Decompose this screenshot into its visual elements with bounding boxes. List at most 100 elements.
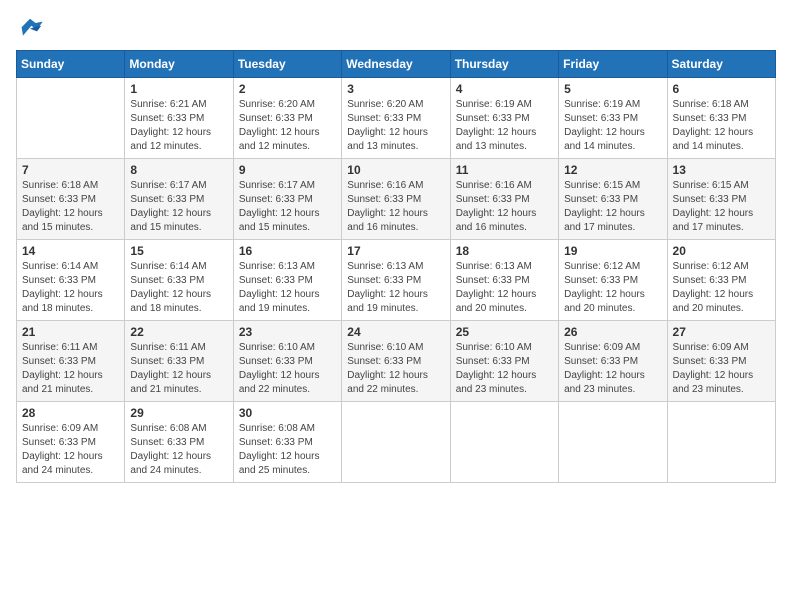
- day-info: Sunrise: 6:09 AMSunset: 6:33 PMDaylight:…: [564, 341, 661, 397]
- day-info: Sunrise: 6:15 AMSunset: 6:33 PMDaylight:…: [564, 179, 661, 235]
- day-info: Sunrise: 6:19 AMSunset: 6:33 PMDaylight:…: [564, 98, 661, 154]
- day-info: Sunrise: 6:17 AMSunset: 6:33 PMDaylight:…: [239, 179, 336, 235]
- day-number: 28: [22, 406, 119, 420]
- day-number: 22: [130, 325, 227, 339]
- day-number: 24: [347, 325, 444, 339]
- day-number: 25: [456, 325, 553, 339]
- day-number: 14: [22, 244, 119, 258]
- calendar-cell: [559, 402, 667, 483]
- day-header-sunday: Sunday: [17, 51, 125, 78]
- day-number: 27: [673, 325, 770, 339]
- calendar-cell: 22 Sunrise: 6:11 AMSunset: 6:33 PMDayligh…: [125, 321, 233, 402]
- calendar-cell: 24 Sunrise: 6:10 AMSunset: 6:33 PMDayligh…: [342, 321, 450, 402]
- day-number: 10: [347, 163, 444, 177]
- calendar-cell: 2 Sunrise: 6:20 AMSunset: 6:33 PMDaylight…: [233, 78, 341, 159]
- calendar-cell: [342, 402, 450, 483]
- calendar-cell: 7 Sunrise: 6:18 AMSunset: 6:33 PMDaylight…: [17, 159, 125, 240]
- day-number: 21: [22, 325, 119, 339]
- day-number: 5: [564, 82, 661, 96]
- day-info: Sunrise: 6:20 AMSunset: 6:33 PMDaylight:…: [239, 98, 336, 154]
- day-number: 11: [456, 163, 553, 177]
- calendar-cell: 25 Sunrise: 6:10 AMSunset: 6:33 PMDayligh…: [450, 321, 558, 402]
- day-info: Sunrise: 6:12 AMSunset: 6:33 PMDaylight:…: [673, 260, 770, 316]
- day-header-friday: Friday: [559, 51, 667, 78]
- calendar-cell: 6 Sunrise: 6:18 AMSunset: 6:33 PMDaylight…: [667, 78, 775, 159]
- day-number: 15: [130, 244, 227, 258]
- day-info: Sunrise: 6:16 AMSunset: 6:33 PMDaylight:…: [456, 179, 553, 235]
- day-number: 8: [130, 163, 227, 177]
- day-info: Sunrise: 6:16 AMSunset: 6:33 PMDaylight:…: [347, 179, 444, 235]
- day-info: Sunrise: 6:08 AMSunset: 6:33 PMDaylight:…: [239, 422, 336, 478]
- calendar-week-row: 28 Sunrise: 6:09 AMSunset: 6:33 PMDayligh…: [17, 402, 776, 483]
- day-info: Sunrise: 6:14 AMSunset: 6:33 PMDaylight:…: [22, 260, 119, 316]
- calendar-cell: 26 Sunrise: 6:09 AMSunset: 6:33 PMDayligh…: [559, 321, 667, 402]
- calendar-cell: 8Sunrise: 6:17 AMSunset: 6:33 PMDaylight…: [125, 159, 233, 240]
- calendar-cell: 16 Sunrise: 6:13 AMSunset: 6:33 PMDayligh…: [233, 240, 341, 321]
- calendar-cell: 10 Sunrise: 6:16 AMSunset: 6:33 PMDayligh…: [342, 159, 450, 240]
- day-number: 30: [239, 406, 336, 420]
- day-number: 2: [239, 82, 336, 96]
- day-info: Sunrise: 6:13 AMSunset: 6:33 PMDaylight:…: [347, 260, 444, 316]
- day-number: 19: [564, 244, 661, 258]
- calendar-cell: 4 Sunrise: 6:19 AMSunset: 6:33 PMDaylight…: [450, 78, 558, 159]
- day-number: 4: [456, 82, 553, 96]
- day-number: 7: [22, 163, 119, 177]
- calendar-cell: 13Sunrise: 6:15 AMSunset: 6:33 PMDayligh…: [667, 159, 775, 240]
- calendar-week-row: 7 Sunrise: 6:18 AMSunset: 6:33 PMDaylight…: [17, 159, 776, 240]
- day-info: Sunrise: 6:13 AMSunset: 6:33 PMDaylight:…: [239, 260, 336, 316]
- calendar-week-row: 14 Sunrise: 6:14 AMSunset: 6:33 PMDayligh…: [17, 240, 776, 321]
- day-number: 1: [130, 82, 227, 96]
- calendar-cell: 29Sunrise: 6:08 AMSunset: 6:33 PMDayligh…: [125, 402, 233, 483]
- day-info: Sunrise: 6:11 AMSunset: 6:33 PMDaylight:…: [130, 341, 227, 397]
- day-info: Sunrise: 6:18 AMSunset: 6:33 PMDaylight:…: [22, 179, 119, 235]
- day-number: 23: [239, 325, 336, 339]
- day-number: 16: [239, 244, 336, 258]
- calendar-cell: [450, 402, 558, 483]
- calendar-cell: 15 Sunrise: 6:14 AMSunset: 6:33 PMDayligh…: [125, 240, 233, 321]
- calendar-cell: 17 Sunrise: 6:13 AMSunset: 6:33 PMDayligh…: [342, 240, 450, 321]
- logo: [16, 16, 48, 44]
- calendar-cell: 3Sunrise: 6:20 AMSunset: 6:33 PMDaylight…: [342, 78, 450, 159]
- day-header-thursday: Thursday: [450, 51, 558, 78]
- day-info: Sunrise: 6:13 AMSunset: 6:33 PMDaylight:…: [456, 260, 553, 316]
- calendar-cell: 30 Sunrise: 6:08 AMSunset: 6:33 PMDayligh…: [233, 402, 341, 483]
- calendar-cell: 27 Sunrise: 6:09 AMSunset: 6:33 PMDayligh…: [667, 321, 775, 402]
- day-number: 6: [673, 82, 770, 96]
- calendar-cell: [17, 78, 125, 159]
- day-info: Sunrise: 6:10 AMSunset: 6:33 PMDaylight:…: [239, 341, 336, 397]
- day-info: Sunrise: 6:19 AMSunset: 6:33 PMDaylight:…: [456, 98, 553, 154]
- calendar-cell: 23 Sunrise: 6:10 AMSunset: 6:33 PMDayligh…: [233, 321, 341, 402]
- calendar-cell: 9 Sunrise: 6:17 AMSunset: 6:33 PMDaylight…: [233, 159, 341, 240]
- day-info: Sunrise: 6:09 AMSunset: 6:33 PMDaylight:…: [22, 422, 119, 478]
- calendar-cell: 11 Sunrise: 6:16 AMSunset: 6:33 PMDayligh…: [450, 159, 558, 240]
- day-info: Sunrise: 6:08 AMSunset: 6:33 PMDaylight:…: [130, 422, 227, 478]
- day-number: 13: [673, 163, 770, 177]
- day-info: Sunrise: 6:12 AMSunset: 6:33 PMDaylight:…: [564, 260, 661, 316]
- calendar-cell: 14 Sunrise: 6:14 AMSunset: 6:33 PMDayligh…: [17, 240, 125, 321]
- day-info: Sunrise: 6:21 AMSunset: 6:33 PMDaylight:…: [130, 98, 227, 154]
- calendar-cell: [667, 402, 775, 483]
- calendar-week-row: 1 Sunrise: 6:21 AMSunset: 6:33 PMDaylight…: [17, 78, 776, 159]
- day-number: 9: [239, 163, 336, 177]
- day-number: 26: [564, 325, 661, 339]
- calendar-cell: 28 Sunrise: 6:09 AMSunset: 6:33 PMDayligh…: [17, 402, 125, 483]
- day-info: Sunrise: 6:10 AMSunset: 6:33 PMDaylight:…: [456, 341, 553, 397]
- calendar-cell: 20Sunrise: 6:12 AMSunset: 6:33 PMDayligh…: [667, 240, 775, 321]
- calendar-cell: 19 Sunrise: 6:12 AMSunset: 6:33 PMDayligh…: [559, 240, 667, 321]
- day-number: 12: [564, 163, 661, 177]
- day-info: Sunrise: 6:14 AMSunset: 6:33 PMDaylight:…: [130, 260, 227, 316]
- logo-icon: [16, 16, 44, 44]
- day-header-tuesday: Tuesday: [233, 51, 341, 78]
- calendar-cell: 12 Sunrise: 6:15 AMSunset: 6:33 PMDayligh…: [559, 159, 667, 240]
- day-info: Sunrise: 6:10 AMSunset: 6:33 PMDaylight:…: [347, 341, 444, 397]
- day-info: Sunrise: 6:18 AMSunset: 6:33 PMDaylight:…: [673, 98, 770, 154]
- day-info: Sunrise: 6:09 AMSunset: 6:33 PMDaylight:…: [673, 341, 770, 397]
- calendar-cell: 5 Sunrise: 6:19 AMSunset: 6:33 PMDaylight…: [559, 78, 667, 159]
- day-header-wednesday: Wednesday: [342, 51, 450, 78]
- day-number: 17: [347, 244, 444, 258]
- day-number: 18: [456, 244, 553, 258]
- calendar-cell: 18 Sunrise: 6:13 AMSunset: 6:33 PMDayligh…: [450, 240, 558, 321]
- calendar-header-row: SundayMondayTuesdayWednesdayThursdayFrid…: [17, 51, 776, 78]
- day-header-saturday: Saturday: [667, 51, 775, 78]
- day-header-monday: Monday: [125, 51, 233, 78]
